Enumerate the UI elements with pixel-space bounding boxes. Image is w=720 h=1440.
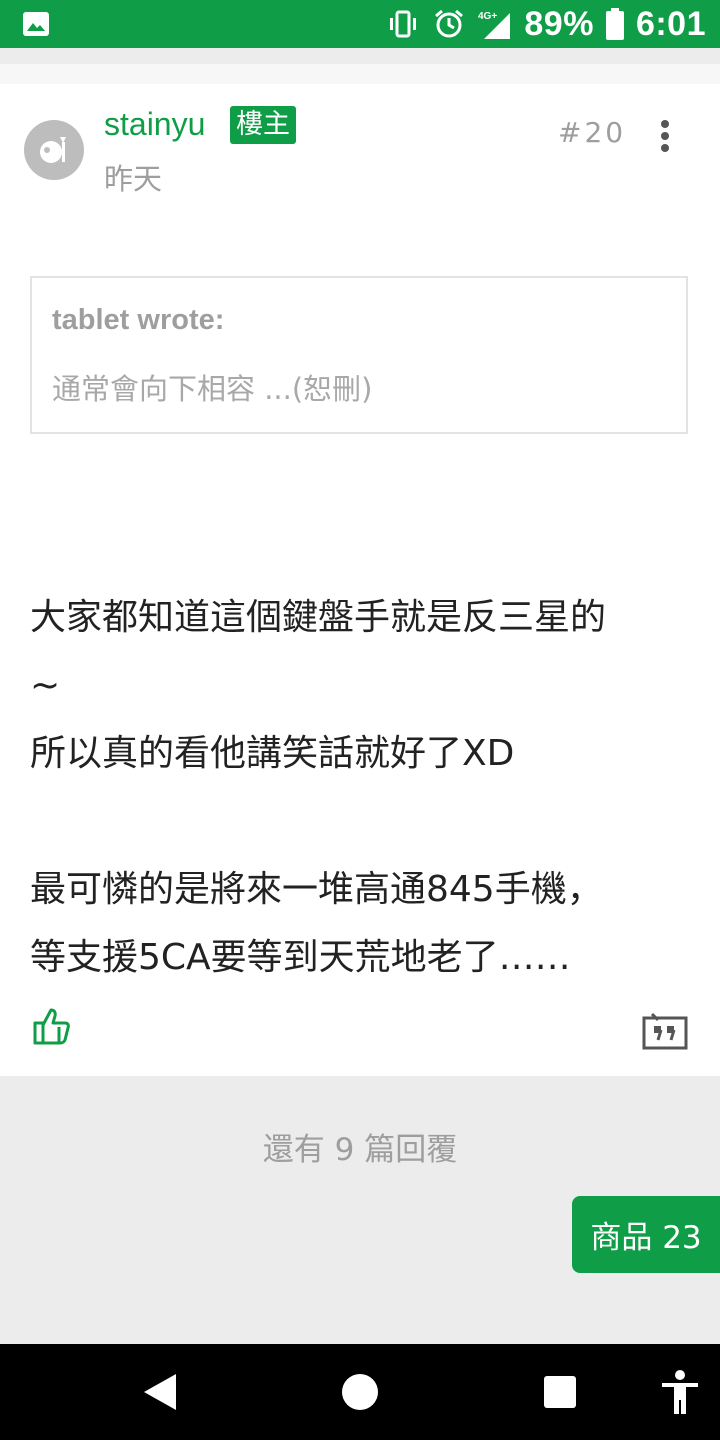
vibrate-icon — [390, 10, 417, 38]
post-body: 大家都知道這個鍵盤手就是反三星的 ~ 所以真的看他講笑話就好了XD 最可憐的是將… — [30, 584, 700, 992]
floor-number: #20 — [558, 116, 627, 149]
battery-icon — [605, 8, 624, 40]
status-bar: 4G+ 89% 6:01 — [0, 0, 720, 48]
back-icon[interactable] — [142, 1372, 178, 1412]
quote-block[interactable]: tablet wrote: 通常會向下相容 ...(恕刪) — [30, 276, 688, 434]
avatar[interactable] — [24, 120, 84, 180]
post-card: stainyu 樓主 昨天 #20 tablet wrote: 通常會向下相容 … — [0, 84, 720, 1076]
quote-author: tablet wrote: — [52, 304, 225, 336]
post-time: 昨天 — [104, 162, 163, 196]
post-line: 所以真的看他講笑話就好了XD — [30, 733, 515, 774]
post-line: 最可憐的是將來一堆高通845手機， — [30, 869, 603, 910]
alarm-icon — [435, 9, 464, 38]
post-line-blank — [30, 788, 700, 856]
more-dot-icon — [661, 144, 669, 152]
default-avatar-icon — [40, 137, 66, 163]
clock: 6:01 — [635, 4, 706, 43]
recents-icon[interactable] — [544, 1376, 576, 1408]
post-line: 等支援5CA要等到天荒地老了…… — [30, 937, 571, 978]
post-line: ~ — [30, 665, 61, 706]
home-icon[interactable] — [342, 1374, 378, 1410]
top-divider — [0, 48, 720, 64]
more-dot-icon — [661, 120, 669, 128]
gallery-notification-icon — [23, 12, 49, 36]
goods-button[interactable]: 商品 23 — [572, 1196, 720, 1273]
more-replies-link[interactable]: 還有 9 篇回覆 — [0, 1124, 720, 1169]
more-options-button[interactable] — [650, 116, 680, 156]
thumbs-up-icon[interactable] — [32, 1006, 72, 1046]
username[interactable]: stainyu — [104, 106, 205, 143]
battery-percent: 89% — [524, 4, 594, 43]
signal-4g-icon: 4G+ — [478, 11, 511, 39]
accessibility-icon[interactable] — [660, 1370, 700, 1416]
quote-text: 通常會向下相容 ...(恕刪) — [52, 372, 373, 406]
post-line: 大家都知道這個鍵盤手就是反三星的 — [30, 597, 607, 638]
more-dot-icon — [661, 132, 669, 140]
network-type: 4G+ — [478, 11, 497, 22]
op-badge: 樓主 — [230, 106, 296, 144]
previous-post-edge — [0, 64, 720, 84]
quote-reply-icon[interactable] — [642, 1012, 688, 1050]
